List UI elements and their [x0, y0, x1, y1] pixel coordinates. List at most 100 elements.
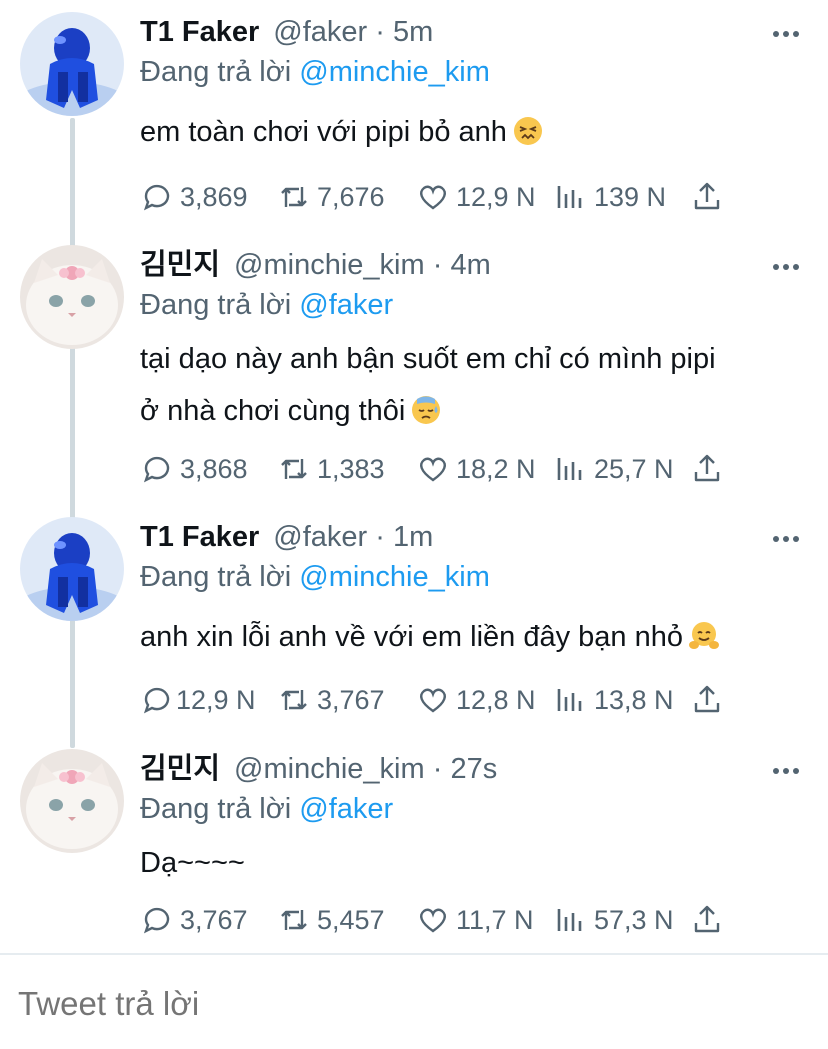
share-icon — [694, 182, 720, 210]
views-button[interactable]: 25,7 N — [554, 451, 674, 487]
retweet-button[interactable]: 5,457 — [277, 902, 385, 938]
view-count: 57,3 N — [594, 904, 674, 935]
share-button[interactable] — [690, 451, 724, 487]
timestamp[interactable]: 27s — [450, 753, 497, 785]
share-icon — [694, 454, 720, 482]
avatar[interactable] — [20, 245, 124, 349]
timestamp[interactable]: 1m — [393, 521, 433, 553]
retweet-icon — [281, 690, 307, 710]
reply-icon — [143, 687, 170, 714]
avatar[interactable] — [20, 749, 124, 853]
timestamp[interactable]: 4m — [450, 249, 490, 281]
hugging-face-emoji-icon — [688, 622, 719, 649]
user-handle[interactable]: @faker — [273, 521, 367, 553]
tweet-text: Dạ~~~~ — [140, 837, 810, 889]
timestamp[interactable]: 5m — [393, 16, 433, 48]
like-button[interactable]: 11,7 N — [416, 902, 534, 938]
replying-to-label: Đang trả lời — [140, 56, 292, 88]
thread-connector-line — [70, 118, 75, 748]
views-button[interactable]: 139 N — [554, 179, 666, 215]
avatar-white-cat-image — [20, 245, 124, 349]
reply-count: 3,767 — [180, 904, 248, 935]
retweet-count: 5,457 — [317, 904, 385, 935]
tweet-actions: 3,869 7,676 12,9 N 139 N — [140, 179, 740, 215]
display-name[interactable]: 김민지 — [140, 753, 220, 785]
like-count: 12,8 N — [456, 684, 536, 715]
separator-dot: · — [375, 16, 385, 48]
views-chart-icon — [557, 689, 582, 711]
like-button[interactable]: 12,9 N — [416, 179, 536, 215]
confounded-face-emoji-icon — [513, 117, 542, 145]
retweet-icon — [281, 910, 307, 930]
separator-dot: · — [375, 521, 385, 553]
heart-icon — [420, 185, 446, 210]
user-handle[interactable]: @faker — [273, 16, 367, 48]
like-button[interactable]: 18,2 N — [416, 451, 536, 487]
mention-link[interactable]: @minchie_kim — [299, 561, 490, 593]
more-options-icon[interactable] — [772, 263, 800, 271]
heart-icon — [420, 908, 446, 933]
avatar-blue-figure-image — [20, 517, 124, 621]
retweet-button[interactable]: 1,383 — [277, 451, 385, 487]
replying-to: Đang trả lời @faker — [140, 791, 393, 827]
tweet-actions: 3,868 1,383 18,2 N 25,7 N — [140, 451, 740, 487]
reply-count: 3,869 — [180, 181, 248, 212]
reply-button[interactable]: 3,869 — [140, 179, 248, 215]
reply-count: 12,9 N — [176, 684, 256, 715]
mention-link[interactable]: @minchie_kim — [299, 56, 490, 88]
tweet-text-line: Dạ~~~~ — [140, 847, 245, 879]
more-options-icon[interactable] — [772, 767, 800, 775]
downcast-sweat-face-emoji-icon — [412, 396, 441, 424]
reply-button[interactable]: 12,9 N — [140, 682, 256, 718]
tweet-header: T1 Faker @faker · 5m — [140, 14, 433, 50]
mention-link[interactable]: @faker — [299, 793, 393, 825]
views-button[interactable]: 57,3 N — [554, 902, 674, 938]
reply-button[interactable]: 3,868 — [140, 451, 248, 487]
reply-count: 3,868 — [180, 453, 248, 484]
reply-icon — [143, 907, 170, 934]
display-name[interactable]: T1 Faker — [140, 521, 259, 553]
reply-input[interactable] — [18, 985, 798, 1023]
replying-to-label: Đang trả lời — [140, 561, 292, 593]
display-name[interactable]: T1 Faker — [140, 16, 259, 48]
avatar-blue-figure-image — [20, 12, 124, 116]
more-options-icon[interactable] — [772, 535, 800, 543]
tweet-actions: 3,767 5,457 11,7 N 57,3 N — [140, 902, 740, 938]
retweet-button[interactable]: 7,676 — [277, 179, 385, 215]
views-button[interactable]: 13,8 N — [554, 682, 674, 718]
heart-icon — [420, 688, 446, 713]
retweet-button[interactable]: 3,767 — [277, 682, 385, 718]
share-button[interactable] — [690, 902, 724, 938]
reply-icon — [143, 184, 170, 211]
views-chart-icon — [557, 186, 582, 208]
replying-to: Đang trả lời @minchie_kim — [140, 54, 490, 90]
share-icon — [694, 685, 720, 713]
avatar[interactable] — [20, 517, 124, 621]
tweet-text-line: ở nhà chơi cùng thôi — [140, 395, 406, 427]
reply-button[interactable]: 3,767 — [140, 902, 248, 938]
user-handle[interactable]: @minchie_kim — [234, 753, 425, 785]
tweet-text-line: anh xin lỗi anh về với em liền đây bạn n… — [140, 621, 683, 653]
replying-to-label: Đang trả lời — [140, 793, 292, 825]
heart-icon — [420, 457, 446, 482]
display-name[interactable]: 김민지 — [140, 249, 220, 281]
reply-composer — [0, 953, 828, 1049]
user-handle[interactable]: @minchie_kim — [234, 249, 425, 281]
views-chart-icon — [557, 909, 582, 931]
tweet-header: 김민지 @minchie_kim · 4m — [140, 247, 491, 283]
like-count: 11,7 N — [456, 904, 534, 935]
like-count: 12,9 N — [456, 181, 536, 212]
tweet-text-line: em toàn chơi với pipi bỏ anh — [140, 116, 507, 148]
replying-to: Đang trả lời @minchie_kim — [140, 559, 490, 595]
tweet-text: tại dạo này anh bận suốt em chỉ có mình … — [140, 333, 810, 437]
like-button[interactable]: 12,8 N — [416, 682, 536, 718]
share-button[interactable] — [690, 682, 724, 718]
mention-link[interactable]: @faker — [299, 289, 393, 321]
avatar[interactable] — [20, 12, 124, 116]
more-options-icon[interactable] — [772, 30, 800, 38]
views-chart-icon — [557, 458, 582, 480]
share-button[interactable] — [690, 179, 724, 215]
view-count: 25,7 N — [594, 453, 674, 484]
share-icon — [694, 905, 720, 933]
retweet-icon — [281, 187, 307, 207]
